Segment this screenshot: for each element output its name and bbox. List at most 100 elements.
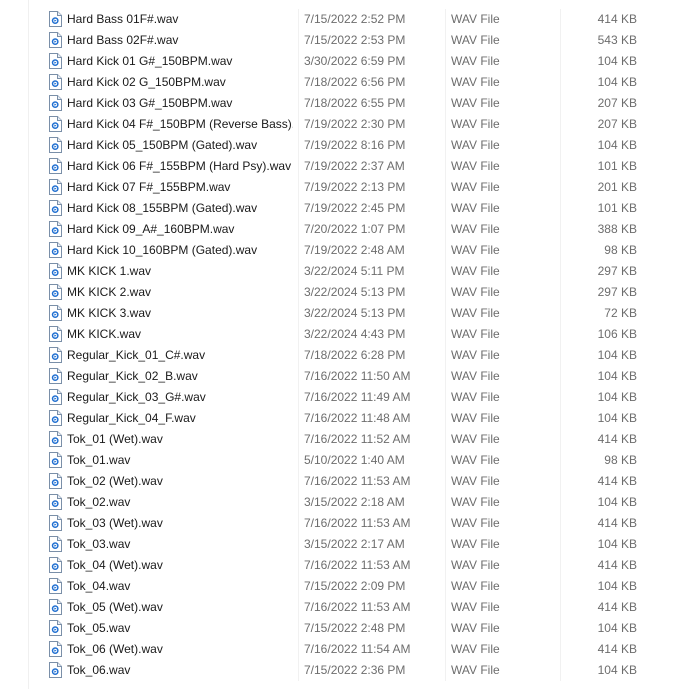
- file-row[interactable]: Tok_05 (Wet).wav 7/16/2022 11:53 AM WAV …: [0, 597, 689, 618]
- file-date-modified: 7/16/2022 11:54 AM: [304, 642, 411, 656]
- file-size: 104 KB: [597, 75, 637, 89]
- file-type: WAV File: [451, 390, 500, 404]
- file-row[interactable]: MK KICK.wav 3/22/2024 4:43 PM WAV File 1…: [0, 324, 689, 345]
- file-row[interactable]: Hard Kick 08_155BPM (Gated).wav 7/19/202…: [0, 198, 689, 219]
- file-date-modified: 3/15/2022 2:18 AM: [304, 495, 405, 509]
- file-name: Hard Kick 05_150BPM (Gated).wav: [67, 138, 258, 152]
- file-row[interactable]: Tok_05.wav 7/15/2022 2:48 PM WAV File 10…: [0, 618, 689, 639]
- file-size: 98 KB: [604, 243, 637, 257]
- file-type: WAV File: [451, 222, 500, 236]
- file-row[interactable]: MK KICK 1.wav 3/22/2024 5:11 PM WAV File…: [0, 261, 689, 282]
- file-type: WAV File: [451, 663, 500, 677]
- file-size: 297 KB: [597, 264, 637, 278]
- file-size: 104 KB: [597, 348, 637, 362]
- file-name: Tok_02 (Wet).wav: [67, 474, 163, 488]
- file-row[interactable]: Tok_03.wav 3/15/2022 2:17 AM WAV File 10…: [0, 534, 689, 555]
- file-type: WAV File: [451, 54, 500, 68]
- file-type: WAV File: [451, 12, 500, 26]
- file-size: 104 KB: [597, 411, 637, 425]
- file-name: Tok_03.wav: [67, 537, 131, 551]
- wav-audio-file-icon: [49, 11, 62, 27]
- file-name: Hard Kick 08_155BPM (Gated).wav: [67, 201, 258, 215]
- file-type: WAV File: [451, 348, 500, 362]
- wav-audio-file-icon: [49, 620, 62, 636]
- wav-audio-file-icon: [49, 368, 62, 384]
- file-name: Hard Kick 09_A#_160BPM.wav: [67, 222, 235, 236]
- file-size: 414 KB: [597, 516, 637, 530]
- file-date-modified: 7/16/2022 11:53 AM: [304, 474, 411, 488]
- file-date-modified: 7/19/2022 8:16 PM: [304, 138, 406, 152]
- file-type: WAV File: [451, 327, 500, 341]
- file-date-modified: 3/15/2022 2:17 AM: [304, 537, 405, 551]
- file-row[interactable]: MK KICK 3.wav 3/22/2024 5:13 PM WAV File…: [0, 303, 689, 324]
- file-row[interactable]: Regular_Kick_01_C#.wav 7/18/2022 6:28 PM…: [0, 345, 689, 366]
- file-name: Tok_04.wav: [67, 579, 131, 593]
- file-row[interactable]: Hard Kick 09_A#_160BPM.wav 7/20/2022 1:0…: [0, 219, 689, 240]
- file-row[interactable]: Tok_01.wav 5/10/2022 1:40 AM WAV File 98…: [0, 450, 689, 471]
- file-type: WAV File: [451, 306, 500, 320]
- file-row[interactable]: Tok_02.wav 3/15/2022 2:18 AM WAV File 10…: [0, 492, 689, 513]
- file-row[interactable]: Hard Kick 01 G#_150BPM.wav 3/30/2022 6:5…: [0, 51, 689, 72]
- file-row[interactable]: Regular_Kick_04_F.wav 7/16/2022 11:48 AM…: [0, 408, 689, 429]
- file-row[interactable]: Hard Kick 05_150BPM (Gated).wav 7/19/202…: [0, 135, 689, 156]
- file-name: Hard Kick 06 F#_155BPM (Hard Psy).wav: [67, 159, 292, 173]
- wav-audio-file-icon: [49, 431, 62, 447]
- file-row[interactable]: Tok_06 (Wet).wav 7/16/2022 11:54 AM WAV …: [0, 639, 689, 660]
- file-row[interactable]: Hard Kick 02 G_150BPM.wav 7/18/2022 6:56…: [0, 72, 689, 93]
- file-date-modified: 7/19/2022 2:48 AM: [304, 243, 405, 257]
- file-name: MK KICK 3.wav: [67, 306, 152, 320]
- file-name: Hard Kick 10_160BPM (Gated).wav: [67, 243, 258, 257]
- file-row[interactable]: Hard Kick 10_160BPM (Gated).wav 7/19/202…: [0, 240, 689, 261]
- file-row[interactable]: Hard Kick 04 F#_150BPM (Reverse Bass)...…: [0, 114, 689, 135]
- wav-audio-file-icon: [49, 347, 62, 363]
- file-type: WAV File: [451, 537, 500, 551]
- wav-audio-file-icon: [49, 473, 62, 489]
- file-date-modified: 7/19/2022 2:37 AM: [304, 159, 405, 173]
- file-row[interactable]: Hard Kick 03 G#_150BPM.wav 7/18/2022 6:5…: [0, 93, 689, 114]
- file-name: MK KICK 1.wav: [67, 264, 152, 278]
- file-row[interactable]: Hard Bass 01F#.wav 7/15/2022 2:52 PM WAV…: [0, 9, 689, 30]
- file-list: Hard Bass 01F#.wav 7/15/2022 2:52 PM WAV…: [0, 9, 689, 681]
- file-row[interactable]: Tok_04.wav 7/15/2022 2:09 PM WAV File 10…: [0, 576, 689, 597]
- file-size: 104 KB: [597, 621, 637, 635]
- file-name: Tok_04 (Wet).wav: [67, 558, 163, 572]
- file-row[interactable]: Tok_01 (Wet).wav 7/16/2022 11:52 AM WAV …: [0, 429, 689, 450]
- file-name: Hard Kick 03 G#_150BPM.wav: [67, 96, 233, 110]
- file-date-modified: 7/16/2022 11:48 AM: [304, 411, 411, 425]
- file-type: WAV File: [451, 117, 500, 131]
- file-type: WAV File: [451, 33, 500, 47]
- wav-audio-file-icon: [49, 515, 62, 531]
- file-size: 388 KB: [597, 222, 637, 236]
- file-name: Hard Kick 07 F#_155BPM.wav: [67, 180, 231, 194]
- file-size: 207 KB: [597, 96, 637, 110]
- file-row[interactable]: Hard Bass 02F#.wav 7/15/2022 2:53 PM WAV…: [0, 30, 689, 51]
- file-row[interactable]: Tok_04 (Wet).wav 7/16/2022 11:53 AM WAV …: [0, 555, 689, 576]
- file-date-modified: 3/22/2024 5:13 PM: [304, 285, 406, 299]
- wav-audio-file-icon: [49, 32, 62, 48]
- file-row[interactable]: Tok_03 (Wet).wav 7/16/2022 11:53 AM WAV …: [0, 513, 689, 534]
- file-type: WAV File: [451, 138, 500, 152]
- wav-audio-file-icon: [49, 305, 62, 321]
- file-row[interactable]: Regular_Kick_03_G#.wav 7/16/2022 11:49 A…: [0, 387, 689, 408]
- file-size: 201 KB: [597, 180, 637, 194]
- file-type: WAV File: [451, 75, 500, 89]
- file-row[interactable]: Hard Kick 07 F#_155BPM.wav 7/19/2022 2:1…: [0, 177, 689, 198]
- file-date-modified: 7/16/2022 11:49 AM: [304, 390, 411, 404]
- file-date-modified: 7/15/2022 2:52 PM: [304, 12, 406, 26]
- file-date-modified: 3/22/2024 4:43 PM: [304, 327, 406, 341]
- file-row[interactable]: Hard Kick 06 F#_155BPM (Hard Psy).wav 7/…: [0, 156, 689, 177]
- file-name: Regular_Kick_02_B.wav: [67, 369, 198, 383]
- file-size: 207 KB: [597, 117, 637, 131]
- file-row[interactable]: MK KICK 2.wav 3/22/2024 5:13 PM WAV File…: [0, 282, 689, 303]
- file-row[interactable]: Regular_Kick_02_B.wav 7/16/2022 11:50 AM…: [0, 366, 689, 387]
- file-type: WAV File: [451, 159, 500, 173]
- file-row[interactable]: Tok_02 (Wet).wav 7/16/2022 11:53 AM WAV …: [0, 471, 689, 492]
- file-size: 104 KB: [597, 138, 637, 152]
- file-date-modified: 7/15/2022 2:53 PM: [304, 33, 406, 47]
- file-date-modified: 7/20/2022 1:07 PM: [304, 222, 406, 236]
- file-date-modified: 7/16/2022 11:53 AM: [304, 600, 411, 614]
- file-row[interactable]: Tok_06.wav 7/15/2022 2:36 PM WAV File 10…: [0, 660, 689, 681]
- file-size: 106 KB: [597, 327, 637, 341]
- file-size: 104 KB: [597, 369, 637, 383]
- file-type: WAV File: [451, 579, 500, 593]
